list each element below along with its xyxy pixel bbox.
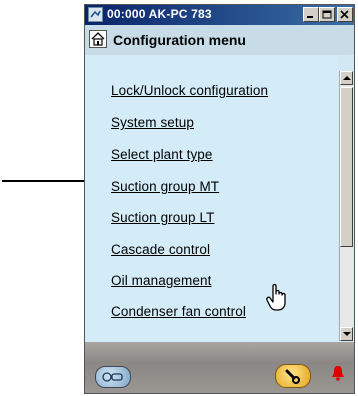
service-tool-button[interactable]: [275, 364, 311, 388]
scroll-down-button[interactable]: [340, 327, 353, 341]
window-title: 00:000 AK-PC 783: [107, 7, 212, 21]
menu-item-select-plant-type[interactable]: Select plant type: [111, 147, 213, 162]
title-bar[interactable]: 00:000 AK-PC 783: [85, 5, 354, 25]
minimize-button[interactable]: [303, 7, 319, 22]
menu-item-lock-unlock[interactable]: Lock/Unlock configuration: [111, 83, 268, 98]
app-window: 00:000 AK-PC 783 Configuration menu Lock…: [84, 4, 355, 394]
page-header: Configuration menu: [85, 25, 354, 55]
menu-item-cascade-control[interactable]: Cascade control: [111, 242, 210, 257]
page-title: Configuration menu: [113, 32, 246, 48]
minimize-icon: [307, 16, 313, 18]
scroll-thumb[interactable]: [340, 87, 353, 247]
app-icon: [88, 7, 103, 22]
menu-item-suction-group-mt[interactable]: Suction group MT: [111, 179, 219, 194]
maximize-icon: [322, 10, 332, 19]
menu-list: Lock/Unlock configuration System setup S…: [85, 55, 338, 342]
maximize-button[interactable]: [319, 7, 335, 22]
close-button[interactable]: [337, 7, 353, 22]
bottom-toolbar: [85, 342, 354, 393]
menu-item-oil-management[interactable]: Oil management: [111, 273, 211, 288]
hand-cursor-icon: [266, 283, 286, 311]
alarm-bell-icon[interactable]: [330, 365, 346, 381]
connection-icon: [102, 372, 123, 382]
scroll-up-button[interactable]: [340, 71, 353, 85]
home-icon[interactable]: [89, 30, 107, 48]
scroll-down-icon: [343, 332, 351, 336]
menu-item-condenser-fan-control[interactable]: Condenser fan control: [111, 304, 246, 319]
close-icon: [340, 10, 349, 19]
scroll-up-icon: [343, 76, 351, 80]
wrench-icon: [285, 369, 300, 384]
menu-item-system-setup[interactable]: System setup: [111, 115, 194, 130]
menu-item-suction-group-lt[interactable]: Suction group LT: [111, 210, 214, 225]
connection-button[interactable]: [95, 366, 131, 388]
vertical-scrollbar[interactable]: [339, 71, 353, 341]
